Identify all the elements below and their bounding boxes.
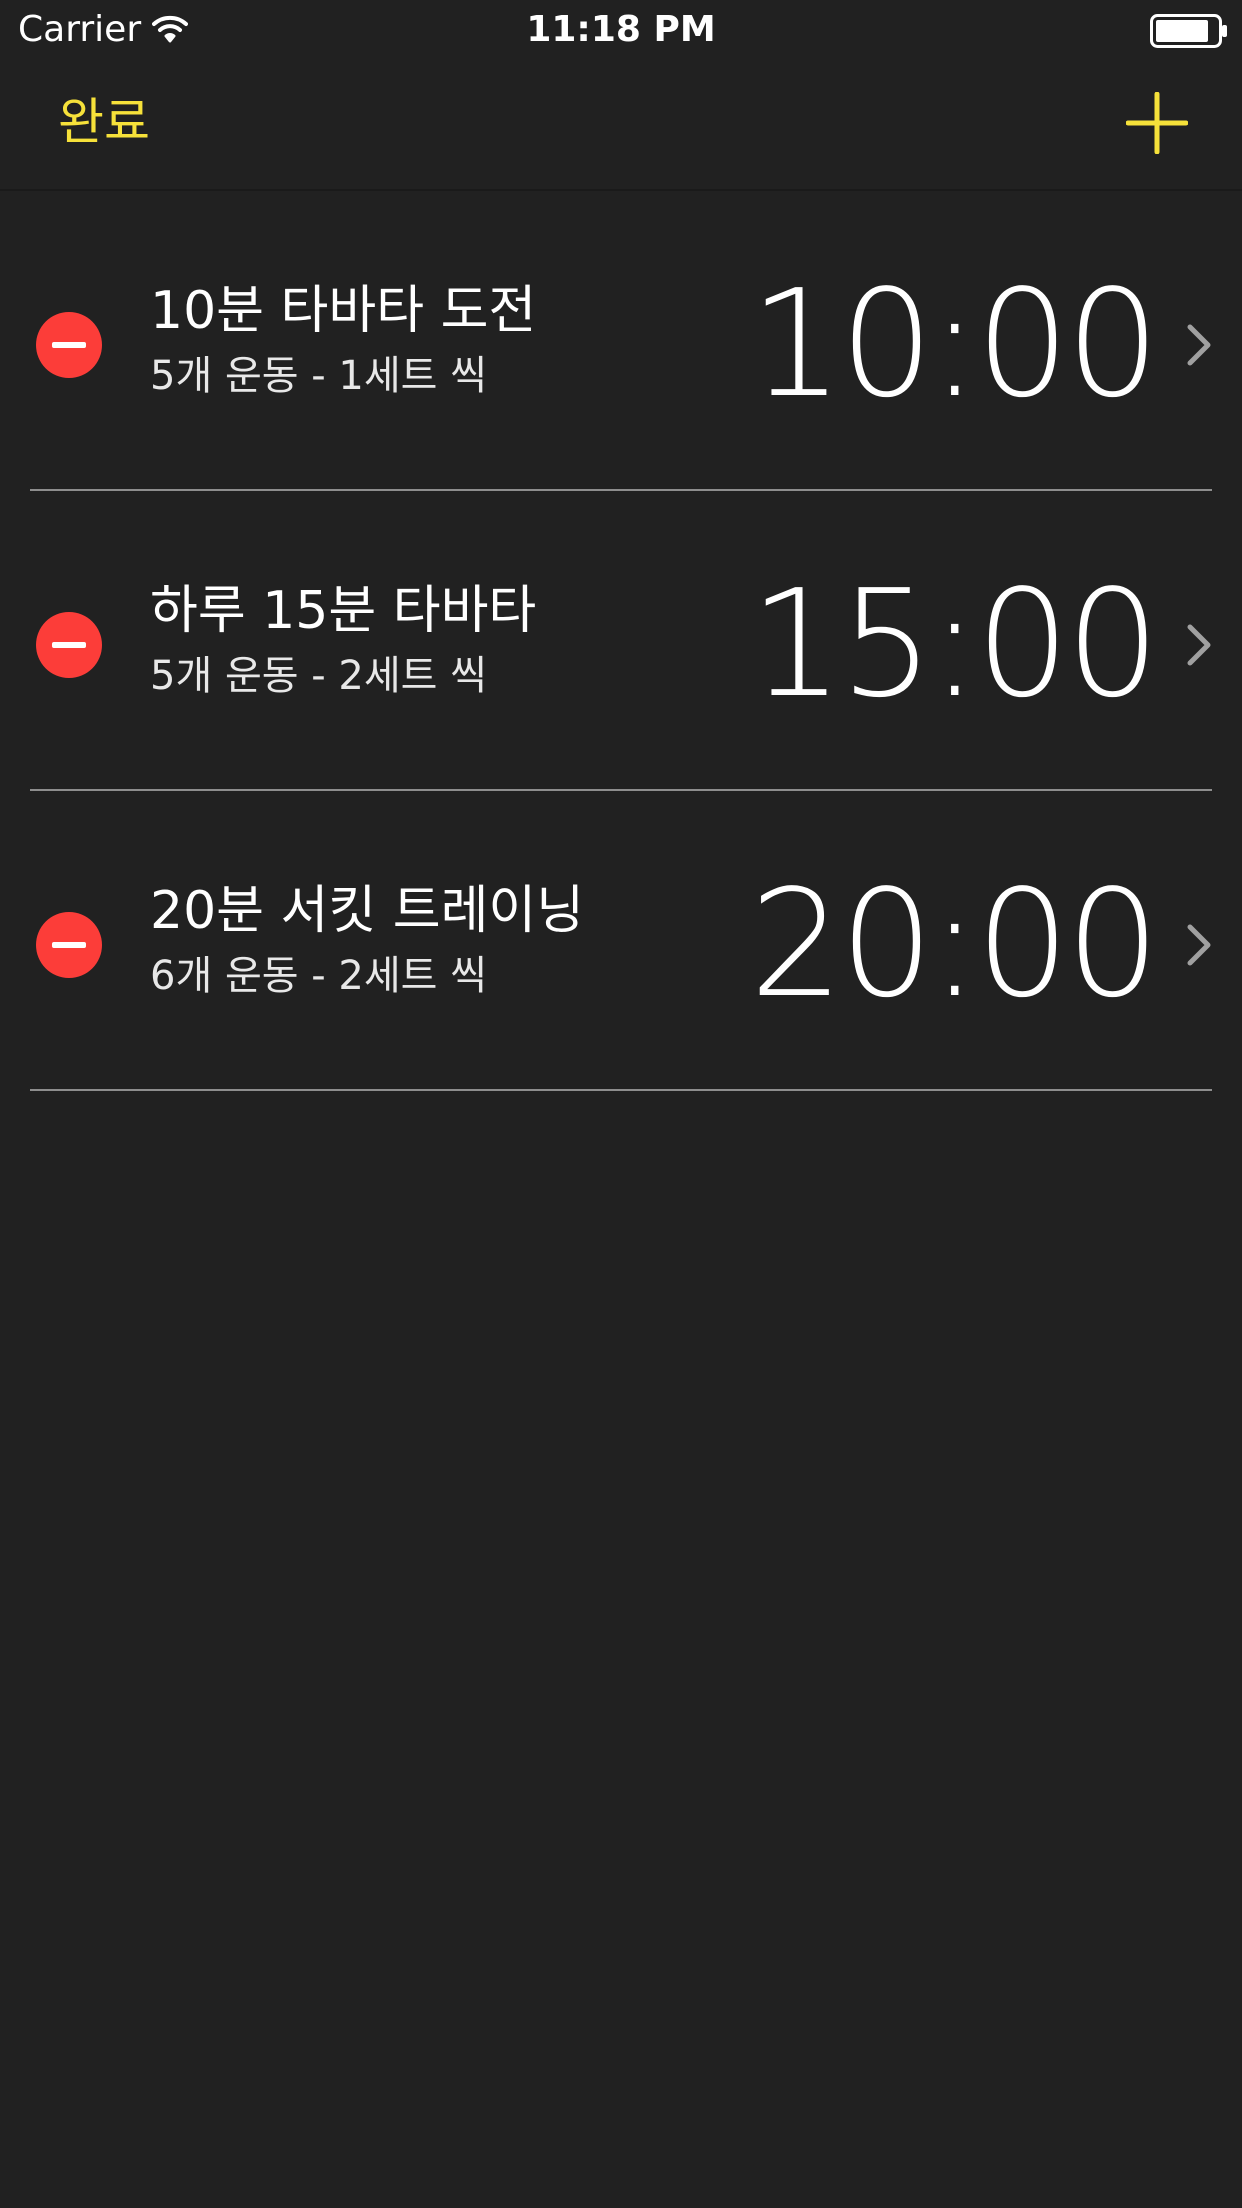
workout-row[interactable]: 하루 15분 타바타 5개 운동 - 2세트 씩 15:00 [0,491,1242,791]
chevron-right-icon[interactable] [1184,621,1214,669]
workout-list: 10분 타바타 도전 5개 운동 - 1세트 씩 10:00 하루 15분 타바… [0,191,1242,1091]
row-divider [30,1089,1212,1091]
workout-row[interactable]: 20분 서킷 트레이닝 6개 운동 - 2세트 씩 20:00 [0,791,1242,1091]
chevron-right-icon[interactable] [1184,321,1214,369]
workout-duration: 20:00 [749,858,1160,1030]
nav-bar: 완료 [0,60,1242,191]
workout-duration: 15:00 [749,558,1160,730]
workout-row[interactable]: 10분 타바타 도전 5개 운동 - 1세트 씩 10:00 [0,191,1242,491]
workout-title: 하루 15분 타바타 [150,581,537,641]
workout-title: 10분 타바타 도전 [150,281,537,341]
delete-button[interactable] [36,312,102,378]
workout-title: 20분 서킷 트레이닝 [150,881,585,941]
minus-icon [52,342,86,348]
workout-subtitle: 5개 운동 - 1세트 씩 [150,353,487,399]
chevron-right-icon[interactable] [1184,921,1214,969]
battery-icon [1150,14,1227,48]
status-bar: Carrier 11:18 PM [0,0,1242,60]
plus-icon[interactable] [1126,92,1188,154]
done-button[interactable]: 완료 [58,90,150,154]
workout-subtitle: 5개 운동 - 2세트 씩 [150,653,487,699]
workout-subtitle: 6개 운동 - 2세트 씩 [150,953,487,999]
delete-button[interactable] [36,612,102,678]
minus-icon [52,942,86,948]
minus-icon [52,642,86,648]
workout-duration: 10:00 [749,258,1160,430]
delete-button[interactable] [36,912,102,978]
status-time: 11:18 PM [526,9,716,50]
